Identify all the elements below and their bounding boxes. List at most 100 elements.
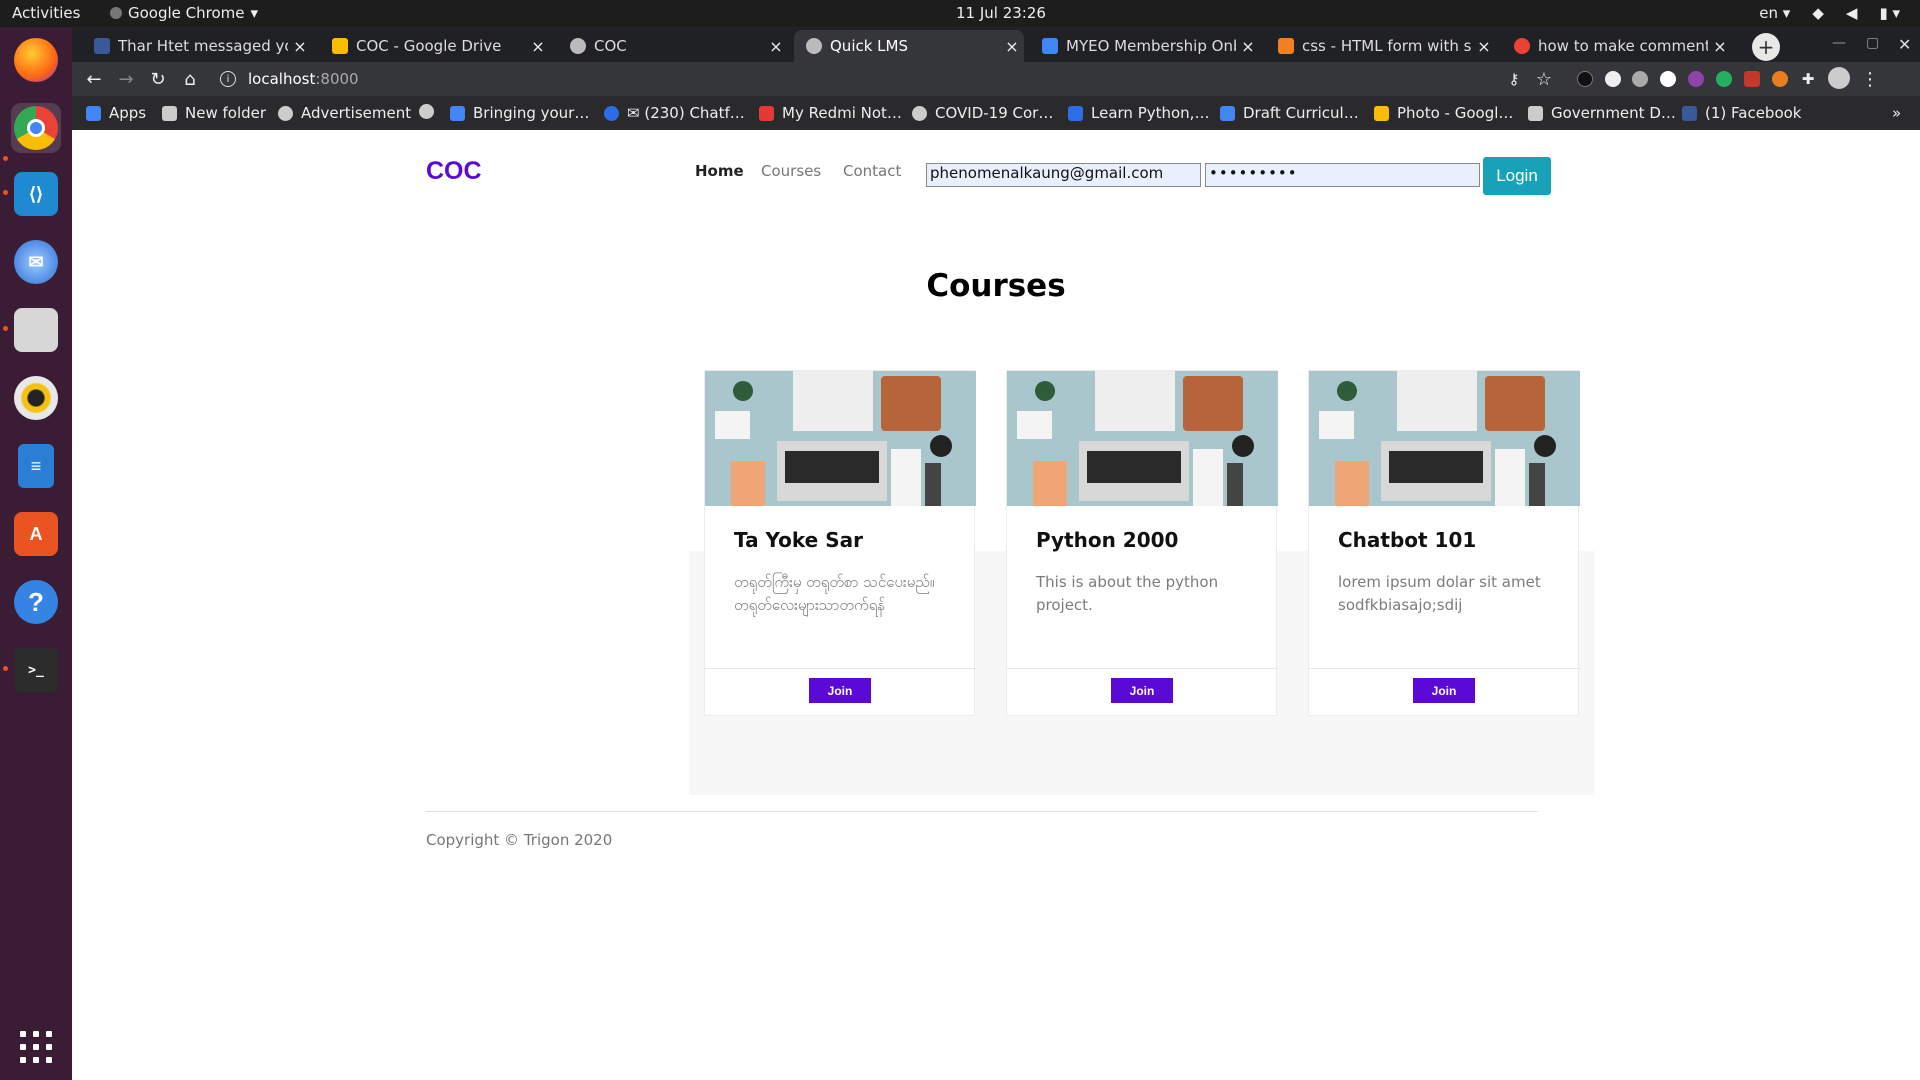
key-icon[interactable]: ⚷ [1504,69,1524,89]
login-button[interactable]: Login [1483,157,1551,195]
bookmark-label: New folder [185,104,267,122]
email-field[interactable]: phenomenalkaung@gmail.com [926,163,1201,187]
site-info-icon[interactable]: i [220,71,236,87]
forward-icon[interactable]: → [116,69,136,90]
nav-courses[interactable]: Courses [761,162,821,180]
bookmark-item[interactable]: New folder [162,104,266,122]
close-icon[interactable]: × [288,37,312,56]
dock-terminal[interactable]: >_ [11,645,61,695]
extension-icon[interactable] [1632,71,1648,87]
home-icon[interactable]: ⌂ [180,69,200,90]
puzzle-icon[interactable]: ✚ [1798,69,1818,89]
close-icon[interactable]: × [1472,37,1496,56]
bookmark-item[interactable]: Bringing your… [450,104,589,122]
dock-chrome[interactable] [11,103,61,153]
dock-writer[interactable]: ≡ [11,441,61,491]
extension-icon[interactable] [1744,71,1760,87]
app-menu[interactable]: Google Chrome ▾ [110,4,258,22]
docs-icon [1220,105,1235,121]
software-center-icon: A [14,512,58,556]
running-indicator [3,666,8,671]
close-icon[interactable]: × [1708,37,1732,56]
google-drive-icon [332,38,348,54]
extension-icon[interactable] [1577,71,1593,87]
volume-icon[interactable]: ◀ [1846,4,1858,22]
tab[interactable]: how to make comments i × [1502,30,1732,62]
dock-software[interactable]: A [11,509,61,559]
close-icon[interactable]: × [1000,37,1024,56]
close-icon[interactable]: × [764,37,788,56]
dock-firefox[interactable] [11,35,61,85]
reload-icon[interactable]: ↻ [148,69,168,90]
battery-icon[interactable]: ▮ ▾ [1879,4,1900,22]
writer-icon: ≡ [18,444,54,488]
course-title: Ta Yoke Sar [734,528,863,552]
globe-icon [570,38,586,54]
extension-icon[interactable] [1660,71,1676,87]
bookmark-item[interactable]: ✉ (230) Chatf… [604,104,745,122]
divider [705,668,976,669]
show-applications-icon[interactable] [20,1031,52,1063]
dock-rhythmbox[interactable] [11,373,61,423]
tab[interactable]: Thar Htet messaged you × [82,30,312,62]
wifi-icon[interactable]: ◆ [1812,4,1824,22]
bookmark-item[interactable]: My Redmi Not… [759,104,902,122]
close-icon[interactable]: × [1236,37,1260,56]
stackoverflow-icon [1278,38,1294,54]
bookmark-label: Bringing your… [473,104,590,122]
bookmark-item[interactable]: Apps [86,104,146,122]
clock[interactable]: 11 Jul 23:26 [956,4,1046,22]
tab[interactable]: css - HTML form with side × [1266,30,1496,62]
bookmark-item[interactable]: (1) Facebook [1682,104,1802,122]
course-title: Chatbot 101 [1338,528,1477,552]
join-button[interactable]: Join [809,678,871,703]
globe-icon [419,104,434,119]
tab[interactable]: COC - Google Drive × [320,30,550,62]
globe-icon [278,105,293,121]
tab-active[interactable]: Quick LMS × [794,30,1024,62]
brand-logo[interactable]: COC [426,157,482,186]
bookmark-item[interactable] [419,104,442,119]
back-icon[interactable]: ← [84,69,104,90]
tab[interactable]: MYEO Membership Onbo × [1030,30,1260,62]
rhythmbox-icon [14,376,58,420]
avatar[interactable] [1828,67,1850,89]
nav-home[interactable]: Home [695,162,744,180]
join-button[interactable]: Join [1111,678,1173,703]
divider [1309,668,1580,669]
bookmark-star-icon[interactable]: ☆ [1534,69,1554,90]
close-icon[interactable]: × [526,37,550,56]
password-field[interactable]: ••••••••• [1205,163,1480,187]
nav-contact[interactable]: Contact [843,162,901,180]
extension-icon[interactable] [1772,71,1788,87]
tab-title: MYEO Membership Onbo [1066,37,1236,55]
address-bar[interactable]: i localhost:8000 [212,65,1592,93]
activities-button[interactable]: Activities [12,4,80,22]
language-indicator[interactable]: en ▾ [1759,4,1790,22]
dock-files[interactable] [11,305,61,355]
docs-icon [450,105,465,121]
tab-title: how to make comments i [1538,37,1708,55]
bookmark-item[interactable]: Advertisement [278,104,411,122]
bookmark-item[interactable]: Photo - Googl… [1374,104,1513,122]
dock-help[interactable]: ? [11,577,61,627]
bookmark-item[interactable]: Government D… [1528,104,1676,122]
maximize-icon[interactable]: ▢ [1866,35,1879,51]
dock-thunderbird[interactable]: ✉ [11,237,61,287]
bookmark-item[interactable]: Learn Python,… [1068,104,1209,122]
join-button[interactable]: Join [1413,678,1475,703]
tab[interactable]: COC × [558,30,788,62]
bookmark-item[interactable]: COVID-19 Cor… [912,104,1053,122]
firefox-icon [14,38,58,82]
close-window-icon[interactable]: ✕ [1898,35,1911,54]
extension-icon[interactable] [1688,71,1704,87]
extension-icon[interactable] [1605,71,1621,87]
more-bookmarks-icon[interactable]: » [1892,104,1901,122]
extension-icon[interactable] [1716,71,1732,87]
course-description: တရုတ်ကြီးမှ တရုတ်စာ သင်ပေးမည်။ တရုတ်လေးမ… [734,573,935,614]
menu-icon[interactable]: ⋮ [1860,69,1880,90]
dock-vscode[interactable]: ⟨⟩ [11,169,61,219]
minimize-icon[interactable]: — [1832,35,1846,51]
bookmark-item[interactable]: Draft Curricul… [1220,104,1359,122]
new-tab-button[interactable]: + [1752,33,1780,61]
